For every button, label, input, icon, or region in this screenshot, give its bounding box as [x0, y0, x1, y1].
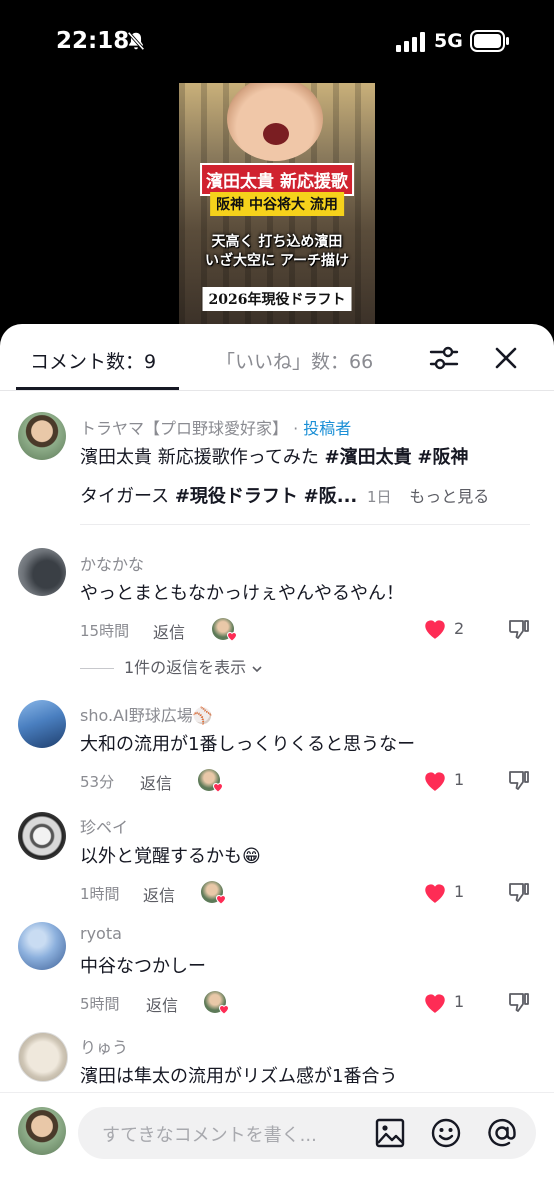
avatar[interactable] [18, 812, 66, 860]
video-preview[interactable]: 濱田太貴 新応援歌 阪神 中谷将大 流用 天高く 打ち込め濱田 いざ大空に アー… [179, 83, 375, 327]
dislike-icon[interactable] [507, 617, 531, 641]
video-caption-lyric-1: 天高く 打ち込め濱田 [211, 234, 343, 250]
heart-icon [215, 895, 227, 905]
comment-text: 濱田は隼太の流用がリズム感が1番合う [80, 1066, 398, 1087]
like-heart-icon[interactable] [422, 880, 448, 904]
heart-icon [226, 632, 238, 642]
avatar[interactable] [18, 412, 66, 460]
like-heart-icon[interactable] [422, 616, 448, 640]
video-caption-lyric-2: いざ大空に アーチ描け [204, 253, 350, 269]
comment-username[interactable]: sho.AI野球広場⚾ [80, 702, 213, 726]
status-bar: 22:18 5G [0, 0, 554, 80]
dislike-icon[interactable] [507, 880, 531, 904]
comment-time: 1時間 [80, 885, 120, 903]
reply-button[interactable]: 返信 [153, 619, 185, 643]
show-replies-button[interactable]: 1件の返信を表示 [80, 654, 263, 678]
comment-input-placeholder: すてきなコメントを書く... [102, 1125, 317, 1146]
signal-icon [396, 32, 425, 52]
close-icon[interactable] [494, 346, 518, 370]
avatar[interactable] [18, 548, 66, 596]
bell-slash-icon [127, 31, 145, 51]
author-username[interactable]: トラヤマ【プロ野球愛好家】 [80, 419, 288, 438]
comment-username[interactable]: ryota [80, 924, 122, 943]
video-caption-footer: 2026年現役ドラフト [202, 287, 352, 311]
like-heart-icon[interactable] [422, 990, 448, 1014]
status-time: 22:18 [56, 28, 130, 54]
heart-icon [212, 783, 224, 793]
battery-icon [470, 30, 509, 52]
tab-active-indicator [16, 387, 179, 390]
comment-text: 以外と覚醒するかも😁 [80, 846, 261, 867]
comment-text: 中谷なつかしー [80, 956, 206, 977]
my-avatar [18, 1107, 66, 1155]
post-time: 1日 [367, 488, 392, 506]
comment-username[interactable]: 珍ペイ [80, 814, 128, 838]
like-count: 1 [454, 770, 465, 789]
reply-button[interactable]: 返信 [143, 882, 175, 906]
comment-time: 5時間 [80, 995, 120, 1013]
username-separator: · [288, 419, 304, 438]
heart-icon [218, 1005, 230, 1015]
show-replies-label: 1件の返信を表示 [124, 658, 247, 677]
avatar[interactable] [18, 1032, 68, 1082]
comment-sheet: コメント数：9 「いいね」数：66 トラヤマ【プロ野球愛好家】 · 投稿者 濱田… [0, 324, 554, 1200]
divider [80, 524, 530, 525]
hashtag[interactable]: #阪... [304, 486, 358, 507]
chevron-down-icon [252, 665, 262, 672]
like-count: 1 [454, 992, 465, 1011]
video-caption-lyrics: 天高く 打ち込め濱田 いざ大空に アーチ描け [205, 233, 349, 271]
filter-icon[interactable] [428, 344, 460, 372]
comment-time: 53分 [80, 773, 115, 791]
post-text: 濱田太貴 新応援歌作ってみた [80, 447, 325, 468]
tab-likes[interactable]: 「いいね」数：66 [216, 347, 373, 374]
author-username-row: トラヤマ【プロ野球愛好家】 · 投稿者 [80, 415, 351, 439]
sheet-tabs: コメント数：9 「いいね」数：66 [0, 324, 554, 391]
replies-divider [80, 668, 114, 669]
comment-text: やっとまともなかっけぇやんやるやん！ [80, 583, 404, 604]
reply-button[interactable]: 返信 [140, 770, 172, 794]
like-heart-icon[interactable] [422, 768, 448, 792]
author-post-line-2: タイガース #現役ドラフト #阪... 1日 もっと見る [80, 482, 489, 508]
like-count: 2 [454, 619, 465, 638]
see-more-link[interactable]: もっと見る [409, 487, 489, 506]
comment-text: 大和の流用が1番しっくりくると思うなー [80, 734, 416, 755]
hashtag[interactable]: #阪神 [417, 447, 468, 468]
emoji-icon[interactable] [430, 1117, 462, 1149]
comment-input-bar: すてきなコメントを書く... [0, 1092, 554, 1201]
post-text: タイガース [80, 486, 175, 507]
author-badge: 投稿者 [303, 419, 352, 438]
image-icon[interactable] [374, 1117, 406, 1149]
author-post-line-1: 濱田太貴 新応援歌作ってみた #濱田太貴 #阪神 [80, 443, 468, 469]
comment-input[interactable]: すてきなコメントを書く... [78, 1107, 536, 1159]
comment-username[interactable]: かなかな [80, 551, 144, 575]
network-type: 5G [434, 30, 463, 52]
video-caption-subtitle: 阪神 中谷将大 流用 [210, 192, 344, 216]
video-person-mouth [263, 123, 289, 145]
avatar[interactable] [18, 922, 66, 970]
dislike-icon[interactable] [507, 990, 531, 1014]
comment-time: 15時間 [80, 622, 130, 640]
like-count: 1 [454, 882, 465, 901]
comment-username[interactable]: りゅう [80, 1034, 128, 1058]
reply-button[interactable]: 返信 [146, 992, 178, 1016]
dislike-icon[interactable] [507, 768, 531, 792]
mention-icon[interactable] [486, 1117, 518, 1149]
tab-comments[interactable]: コメント数：9 [30, 347, 156, 374]
hashtag[interactable]: #濱田太貴 [325, 447, 412, 468]
hashtag[interactable]: #現役ドラフト [175, 486, 298, 507]
avatar[interactable] [18, 700, 66, 748]
